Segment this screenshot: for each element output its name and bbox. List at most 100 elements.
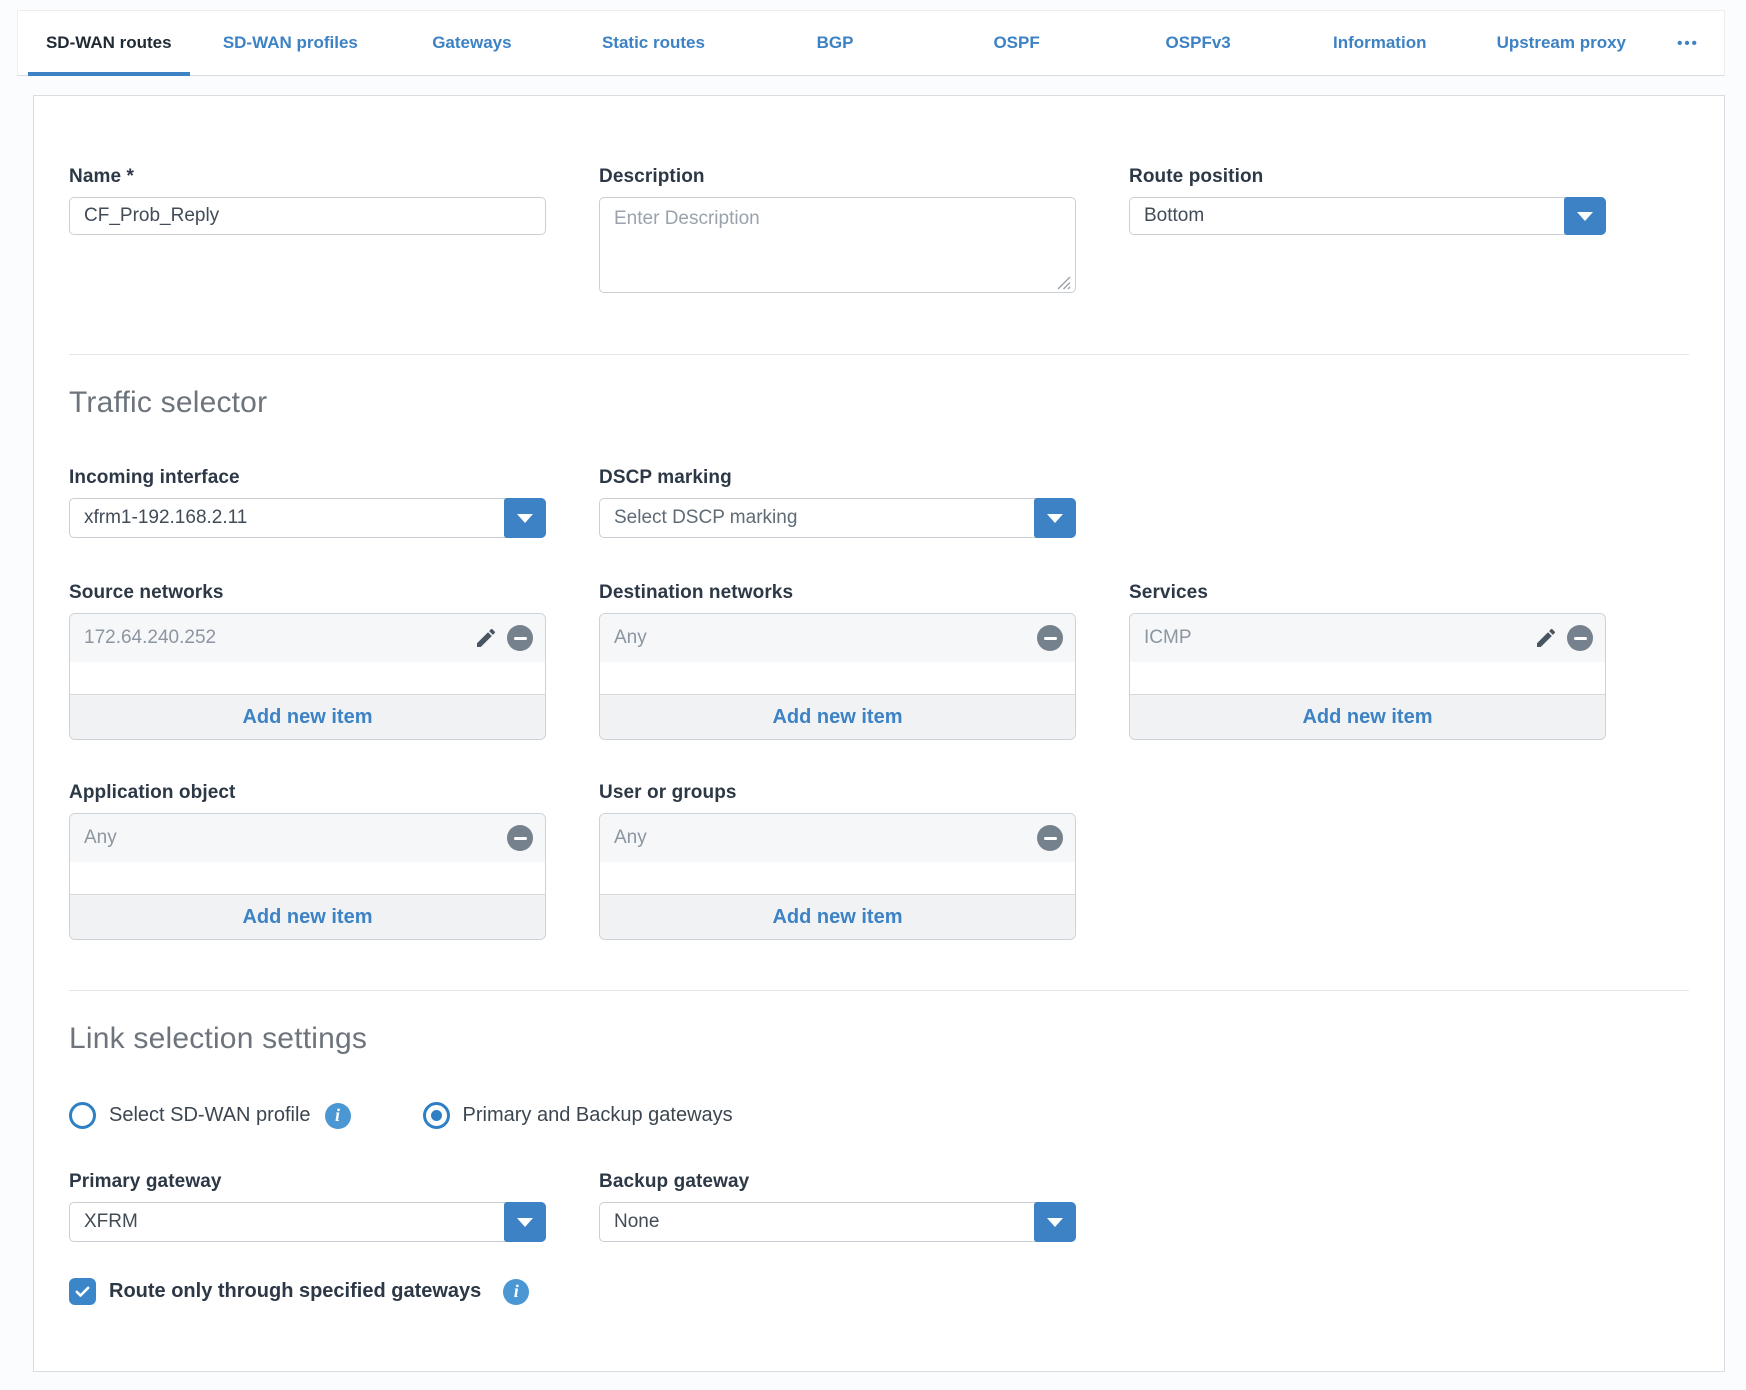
chevron-down-icon[interactable] bbox=[504, 1202, 546, 1242]
tab-ospf[interactable]: OSPF bbox=[926, 11, 1108, 75]
remove-icon[interactable] bbox=[1037, 825, 1063, 851]
add-new-item-button[interactable]: Add new item bbox=[600, 694, 1075, 739]
list-item-value: ICMP bbox=[1144, 627, 1534, 649]
list-item: 172.64.240.252 bbox=[70, 614, 545, 662]
sdwan-route-editor-page: SD-WAN routes SD-WAN profiles Gateways S… bbox=[0, 10, 1746, 1390]
destination-networks-label: Destination networks bbox=[599, 582, 1076, 604]
chevron-down-icon[interactable] bbox=[504, 498, 546, 538]
primary-gateway-value: XFRM bbox=[84, 1211, 138, 1233]
tab-bar: SD-WAN routes SD-WAN profiles Gateways S… bbox=[17, 10, 1725, 76]
info-icon[interactable]: i bbox=[503, 1279, 529, 1305]
chevron-down-icon[interactable] bbox=[1564, 197, 1606, 235]
tab-static-routes[interactable]: Static routes bbox=[563, 11, 745, 75]
chevron-down-icon[interactable] bbox=[1034, 1202, 1076, 1242]
form-card: Name * Description Route position Bottom bbox=[33, 95, 1725, 1372]
backup-gateway-value: None bbox=[614, 1211, 659, 1233]
incoming-interface-value: xfrm1-192.168.2.11 bbox=[84, 507, 247, 529]
remove-icon[interactable] bbox=[1037, 625, 1063, 651]
list-item-value: Any bbox=[614, 627, 1037, 649]
list-empty-space bbox=[70, 662, 545, 694]
tab-upstream-proxy[interactable]: Upstream proxy bbox=[1471, 11, 1653, 75]
traffic-selector-heading: Traffic selector bbox=[69, 385, 1689, 421]
route-only-row: Route only through specified gateways i bbox=[69, 1278, 1689, 1305]
more-tabs-button[interactable]: ••• bbox=[1652, 11, 1724, 75]
tab-sdwan-routes[interactable]: SD-WAN routes bbox=[18, 11, 200, 75]
section-divider bbox=[69, 990, 1689, 991]
user-or-groups-field-group: User or groups Any Add new item bbox=[599, 782, 1076, 940]
list-item: Any bbox=[600, 614, 1075, 662]
route-position-field-group: Route position Bottom bbox=[1129, 166, 1606, 235]
services-listbox: ICMP Add new item bbox=[1129, 613, 1606, 740]
backup-gateway-select[interactable]: None bbox=[599, 1202, 1076, 1242]
check-icon bbox=[74, 1283, 91, 1300]
resize-handle-icon[interactable] bbox=[1056, 275, 1071, 290]
route-only-checkbox-label: Route only through specified gateways bbox=[109, 1280, 481, 1303]
remove-icon[interactable] bbox=[1567, 625, 1593, 651]
tab-gateways[interactable]: Gateways bbox=[381, 11, 563, 75]
incoming-interface-select[interactable]: xfrm1-192.168.2.11 bbox=[69, 498, 546, 538]
link-selection-heading: Link selection settings bbox=[69, 1021, 1689, 1057]
name-label: Name * bbox=[69, 166, 546, 188]
add-new-item-button[interactable]: Add new item bbox=[1130, 694, 1605, 739]
description-textarea[interactable] bbox=[599, 197, 1076, 293]
row-gateways: Primary gateway XFRM Backup gateway None bbox=[69, 1171, 1689, 1242]
add-new-item-button[interactable]: Add new item bbox=[600, 894, 1075, 939]
radio-select-sdwan-profile[interactable]: Select SD-WAN profile bbox=[69, 1102, 311, 1129]
dscp-marking-select[interactable]: Select DSCP marking bbox=[599, 498, 1076, 538]
radio-checked-icon bbox=[423, 1102, 450, 1129]
section-divider bbox=[69, 354, 1689, 355]
source-networks-field-group: Source networks 172.64.240.252 Add new i… bbox=[69, 582, 546, 740]
row-interface-dscp: Incoming interface xfrm1-192.168.2.11 DS… bbox=[69, 467, 1689, 538]
remove-icon[interactable] bbox=[507, 825, 533, 851]
name-field-group: Name * bbox=[69, 166, 546, 235]
user-or-groups-listbox: Any Add new item bbox=[599, 813, 1076, 940]
row-networks-services: Source networks 172.64.240.252 Add new i… bbox=[69, 582, 1689, 740]
list-empty-space bbox=[600, 862, 1075, 894]
tab-bgp[interactable]: BGP bbox=[744, 11, 926, 75]
list-empty-space bbox=[600, 662, 1075, 694]
list-item: Any bbox=[70, 814, 545, 862]
route-position-select[interactable]: Bottom bbox=[1129, 197, 1606, 235]
backup-gateway-field-group: Backup gateway None bbox=[599, 1171, 1076, 1242]
description-field-group: Description bbox=[599, 166, 1076, 298]
edit-icon[interactable] bbox=[474, 626, 498, 650]
tab-information[interactable]: Information bbox=[1289, 11, 1471, 75]
tab-sdwan-profiles[interactable]: SD-WAN profiles bbox=[200, 11, 382, 75]
list-item: ICMP bbox=[1130, 614, 1605, 662]
dscp-marking-label: DSCP marking bbox=[599, 467, 1076, 489]
primary-gateway-label: Primary gateway bbox=[69, 1171, 546, 1193]
radio-label: Select SD-WAN profile bbox=[109, 1104, 311, 1127]
ellipsis-icon: ••• bbox=[1677, 35, 1699, 52]
route-position-value: Bottom bbox=[1144, 205, 1204, 227]
edit-icon[interactable] bbox=[1534, 626, 1558, 650]
description-label: Description bbox=[599, 166, 1076, 188]
add-new-item-button[interactable]: Add new item bbox=[70, 694, 545, 739]
route-position-label: Route position bbox=[1129, 166, 1606, 188]
list-empty-space bbox=[70, 862, 545, 894]
dscp-marking-value: Select DSCP marking bbox=[614, 507, 797, 529]
link-selection-radio-group: Select SD-WAN profile i Primary and Back… bbox=[69, 1102, 1689, 1129]
source-networks-listbox: 172.64.240.252 Add new item bbox=[69, 613, 546, 740]
list-item-value: Any bbox=[614, 827, 1037, 849]
remove-icon[interactable] bbox=[507, 625, 533, 651]
source-networks-label: Source networks bbox=[69, 582, 546, 604]
add-new-item-button[interactable]: Add new item bbox=[70, 894, 545, 939]
destination-networks-field-group: Destination networks Any Add new item bbox=[599, 582, 1076, 740]
list-item-value: 172.64.240.252 bbox=[84, 627, 474, 649]
list-item-value: Any bbox=[84, 827, 507, 849]
primary-gateway-field-group: Primary gateway XFRM bbox=[69, 1171, 546, 1242]
primary-gateway-select[interactable]: XFRM bbox=[69, 1202, 546, 1242]
services-field-group: Services ICMP Add new item bbox=[1129, 582, 1606, 740]
name-input[interactable] bbox=[69, 197, 546, 235]
dscp-marking-field-group: DSCP marking Select DSCP marking bbox=[599, 467, 1076, 538]
user-or-groups-label: User or groups bbox=[599, 782, 1076, 804]
list-item: Any bbox=[600, 814, 1075, 862]
chevron-down-icon[interactable] bbox=[1034, 498, 1076, 538]
incoming-interface-label: Incoming interface bbox=[69, 467, 546, 489]
backup-gateway-label: Backup gateway bbox=[599, 1171, 1076, 1193]
route-only-checkbox[interactable] bbox=[69, 1278, 96, 1305]
radio-primary-backup-gateways[interactable]: Primary and Backup gateways bbox=[423, 1102, 733, 1129]
radio-label: Primary and Backup gateways bbox=[463, 1104, 733, 1127]
info-icon[interactable]: i bbox=[325, 1103, 351, 1129]
tab-ospfv3[interactable]: OSPFv3 bbox=[1107, 11, 1289, 75]
